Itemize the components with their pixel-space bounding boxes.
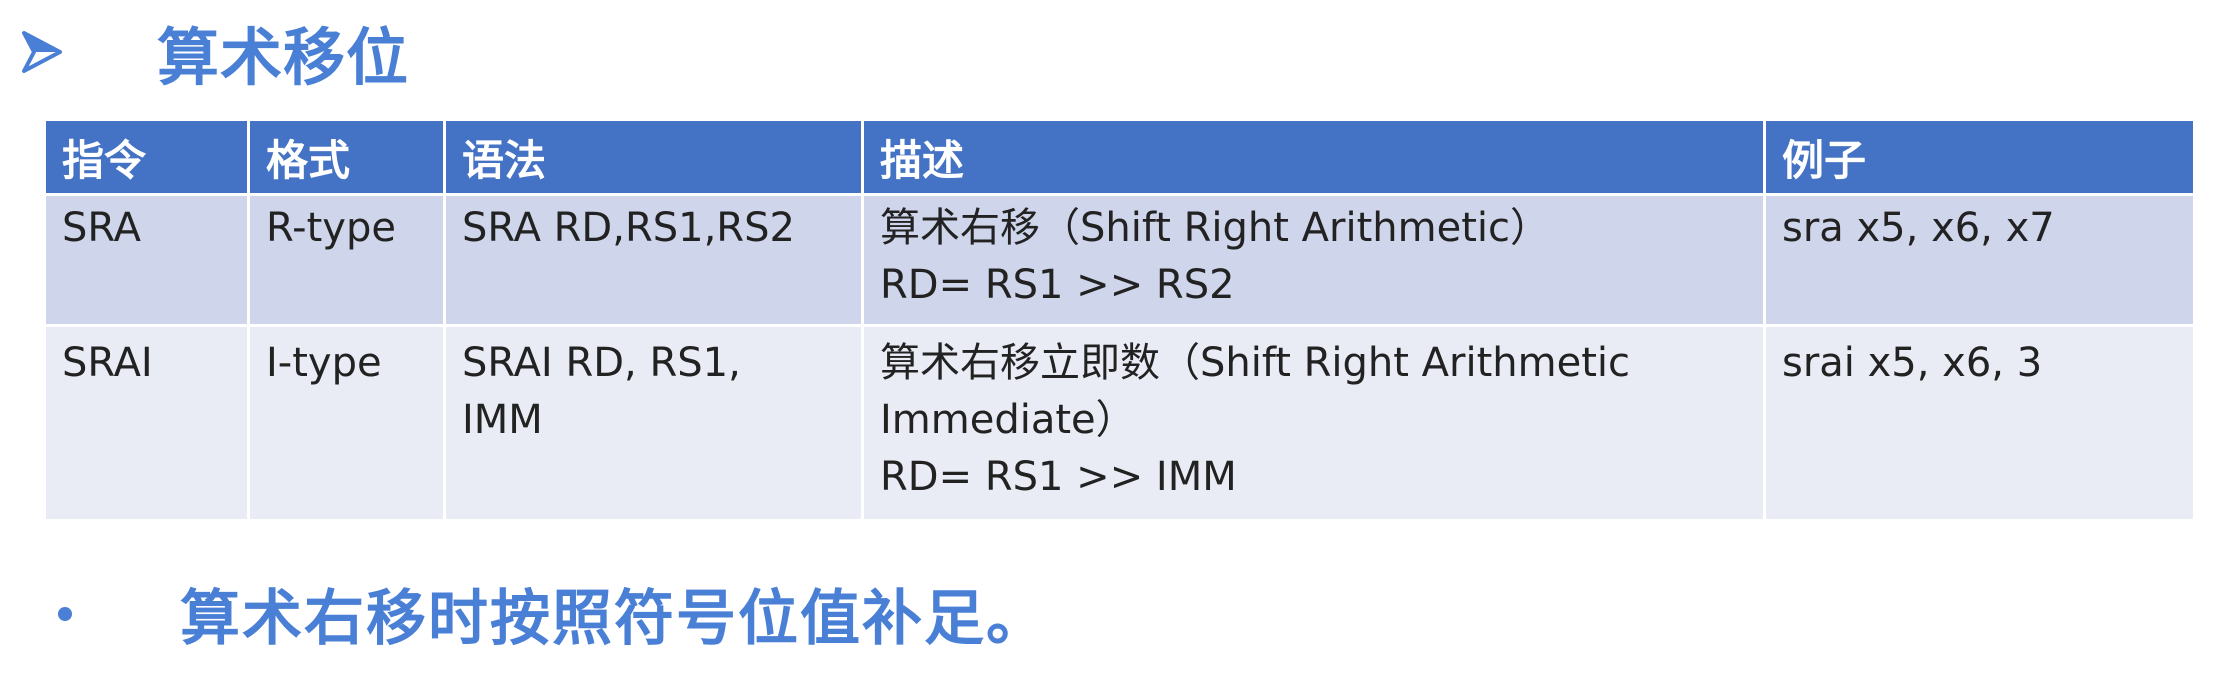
- description-line: RD= RS1 >> IMM: [880, 454, 1237, 500]
- header-syntax: 语法: [443, 118, 864, 196]
- note-text: 算术右移时按照符号位值补足。: [180, 584, 1048, 654]
- instruction-table: 指令 格式 语法 描述 例子 SRA R-type SRA RD,RS1,RS2…: [43, 118, 2196, 522]
- header-description: 描述: [861, 118, 1766, 196]
- cell-example: sra x5, x6, x7: [1763, 193, 2196, 327]
- bullet-dot-icon: [58, 606, 72, 621]
- cell-description: 算术右移立即数（Shift Right Arithmetic Immediate…: [861, 324, 1766, 522]
- cell-example: srai x5, x6, 3: [1763, 324, 2196, 522]
- table-row: SRA R-type SRA RD,RS1,RS2 算术右移（Shift Rig…: [43, 193, 2196, 327]
- table-row: SRAI I-type SRAI RD, RS1, IMM 算术右移立即数（Sh…: [43, 324, 2196, 522]
- cell-instruction: SRA: [43, 193, 250, 327]
- cell-syntax: SRA RD,RS1,RS2: [443, 193, 864, 327]
- description-line: RD= RS1 >> RS2: [880, 262, 1235, 308]
- cell-description: 算术右移（Shift Right Arithmetic） RD= RS1 >> …: [861, 193, 1766, 327]
- syntax-line: SRAI RD, RS1,: [462, 340, 741, 386]
- table-header-row: 指令 格式 语法 描述 例子: [43, 118, 2196, 196]
- page-title: 算术移位: [157, 21, 410, 94]
- header-instruction: 指令: [43, 118, 250, 196]
- section-title-row: 算术移位: [22, 12, 409, 94]
- description-line: Immediate）: [880, 397, 1136, 443]
- header-format: 格式: [247, 118, 446, 196]
- cell-instruction: SRAI: [43, 324, 250, 522]
- cell-format: R-type: [247, 193, 446, 327]
- syntax-line: IMM: [462, 397, 543, 443]
- description-line: 算术右移立即数（Shift Right Arithmetic: [880, 340, 1630, 386]
- note-row: 算术右移时按照符号位值补足。: [58, 570, 1048, 657]
- header-example: 例子: [1763, 118, 2196, 196]
- cell-syntax: SRAI RD, RS1, IMM: [443, 324, 864, 522]
- syntax-line: SRA RD,RS1,RS2: [462, 205, 795, 251]
- description-line: 算术右移（Shift Right Arithmetic）: [880, 205, 1550, 251]
- arrow-right-icon: [22, 31, 62, 73]
- cell-format: I-type: [247, 324, 446, 522]
